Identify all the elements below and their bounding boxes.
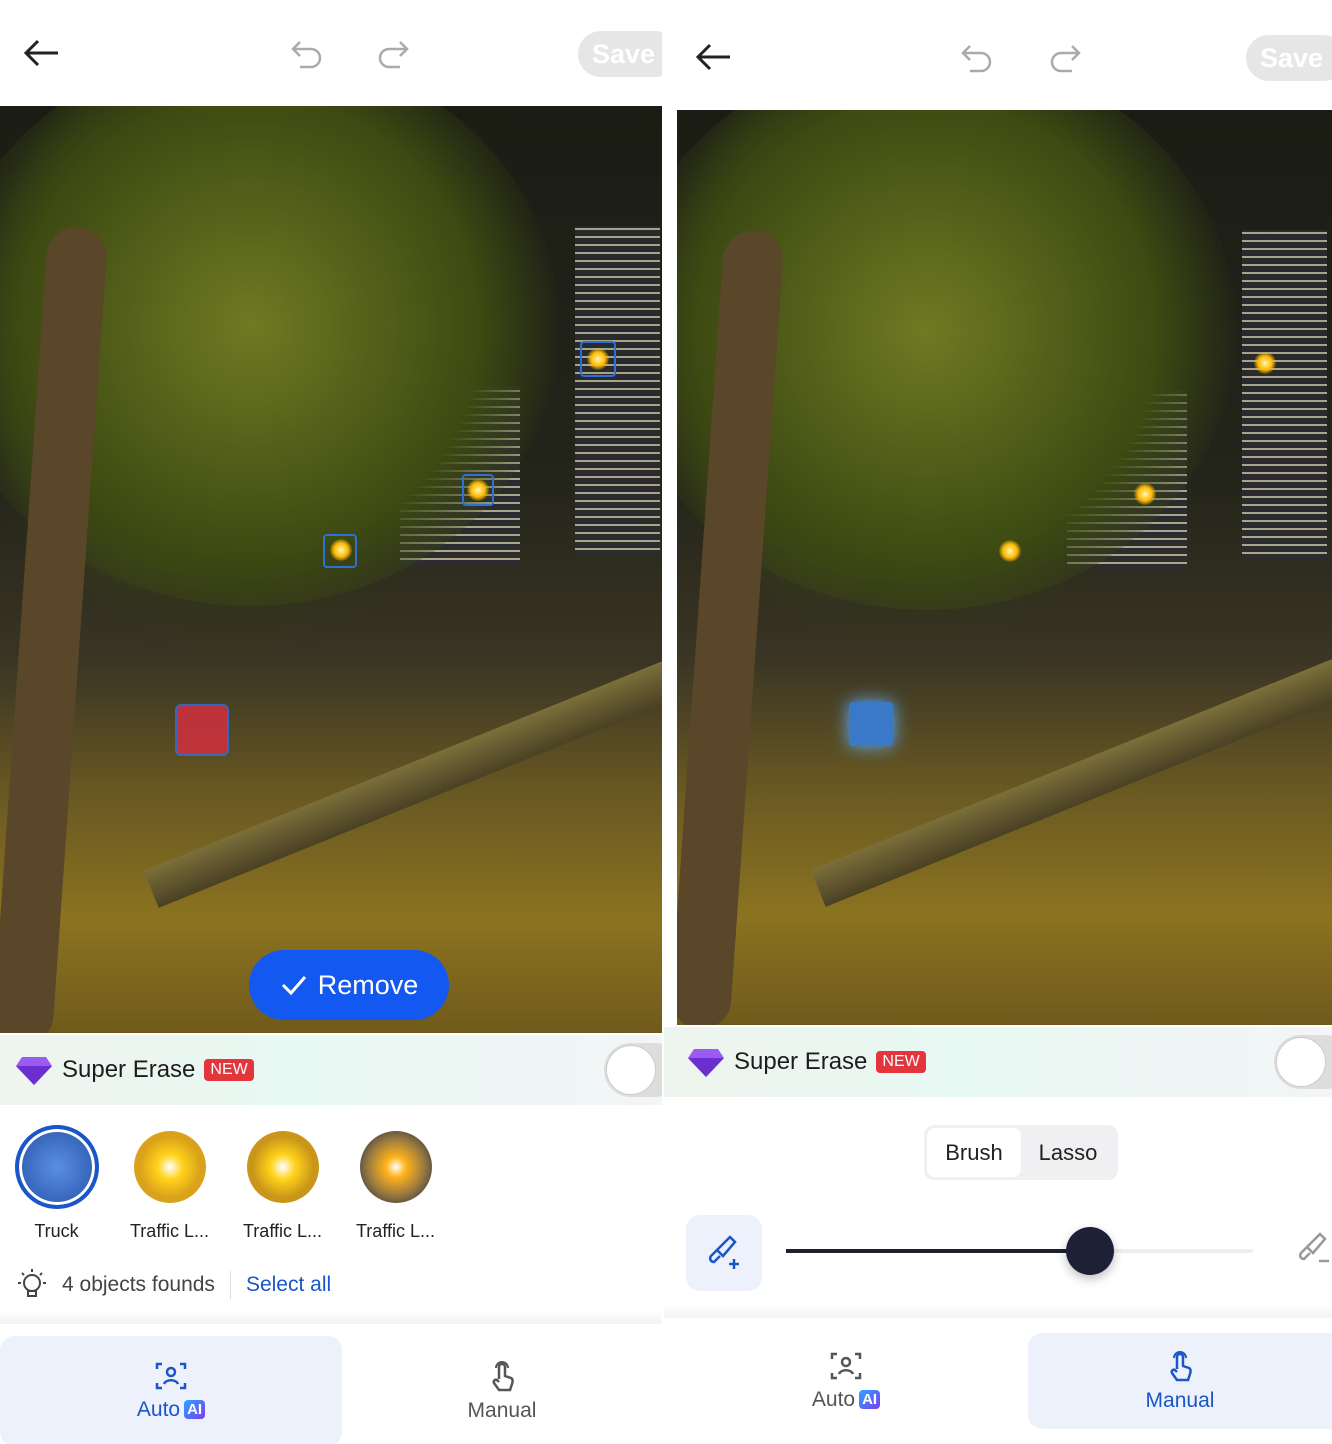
objects-found-count: 4 objects founds [62,1273,215,1296]
overpass [810,645,1332,907]
checkmark-icon [281,976,306,996]
face-scan-icon [155,1362,187,1390]
manual-mode-screen: Save Super Erase NEW Brush Lasso Auto AI … [664,0,1332,1444]
face-scan-icon [830,1352,862,1380]
tab-manual-label: Manual [467,1399,537,1422]
tab-manual-label: Manual [1145,1389,1215,1412]
selection-mode-switch: Brush Lasso [924,1125,1118,1180]
super-erase-toggle[interactable] [604,1043,662,1097]
slider-thumb[interactable] [1065,1227,1114,1275]
top-bar: Save [0,0,662,106]
super-erase-title: Super Erase [734,1048,868,1075]
street-lamp [999,540,1021,562]
brush-erase-icon[interactable] [1294,1230,1332,1270]
redo-icon[interactable] [1044,40,1084,74]
remove-label: Remove [317,969,419,1000]
objects-found-row: 4 objects founds Select all [14,1268,331,1302]
object-item-truck[interactable]: Truck [0,1125,113,1242]
back-arrow-icon[interactable] [22,36,62,70]
undo-icon[interactable] [958,40,998,74]
divider [0,1310,662,1324]
brush-size-slider[interactable] [786,1227,1253,1275]
top-bar: Save [664,4,1332,110]
brush-add-button[interactable] [686,1215,762,1291]
street-lamp [1134,483,1156,505]
tab-auto-label: Auto [811,1388,856,1411]
traffic-light-selection[interactable] [462,474,494,506]
lightbulb-icon [18,1269,46,1297]
object-thumbnail [246,1131,319,1203]
mode-lasso[interactable]: Lasso [1021,1128,1115,1177]
tap-hand-icon [492,1361,514,1392]
ai-badge: AI [859,1390,881,1409]
mode-brush[interactable]: Brush [927,1128,1021,1177]
object-label: Traffic L... [355,1221,436,1241]
divider [664,1304,1332,1318]
traffic-light-selection[interactable] [580,341,616,377]
select-all-link[interactable]: Select all [246,1273,331,1297]
diamond-icon [688,1049,724,1077]
slider-fill [786,1249,1090,1253]
street-lamp [1254,352,1276,374]
super-erase-bar: Super Erase NEW [0,1035,662,1105]
object-thumbnail [133,1131,206,1203]
new-badge: NEW [204,1059,254,1081]
object-item-traffic-light[interactable]: Traffic L... [339,1125,452,1242]
tab-auto-label: Auto [136,1398,181,1421]
object-item-traffic-light[interactable]: Traffic L... [226,1125,339,1242]
overpass [143,646,662,908]
redo-icon[interactable] [372,36,412,70]
super-erase-title: Super Erase [62,1056,196,1083]
photo-canvas[interactable] [677,110,1332,1025]
object-label: Truck [34,1221,79,1241]
super-erase-bar: Super Erase NEW [664,1027,1332,1097]
remove-button[interactable]: Remove [249,950,449,1020]
object-thumbnail [14,1125,99,1209]
tab-manual[interactable]: Manual [342,1336,662,1444]
save-button[interactable]: Save [1246,35,1332,81]
object-label: Traffic L... [129,1221,210,1241]
ai-badge: AI [184,1400,206,1419]
tab-auto[interactable]: Auto AI [0,1336,342,1444]
truck-selection-mask[interactable] [175,704,229,756]
tab-auto[interactable]: Auto AI [664,1333,1028,1429]
back-arrow-icon[interactable] [694,40,734,74]
truck [849,702,893,746]
new-badge: NEW [876,1051,926,1073]
building [1242,230,1327,560]
photo-canvas[interactable] [0,106,662,1033]
tap-hand-icon [1170,1351,1192,1382]
undo-icon[interactable] [288,36,328,70]
save-button[interactable]: Save [578,31,662,77]
mode-tabs: Auto AI Manual [664,1333,1332,1429]
divider [229,1271,231,1299]
auto-mode-screen: Save Remove Super Erase NEW Truck Traffi… [0,0,662,1444]
object-item-traffic-light[interactable]: Traffic L... [113,1125,226,1242]
traffic-light-selection[interactable] [323,534,357,568]
building [575,226,660,556]
object-label: Traffic L... [242,1221,323,1241]
mode-tabs: Auto AI Manual [0,1336,662,1444]
diamond-icon [16,1057,52,1085]
brush-plus-icon [708,1235,739,1269]
detected-objects-list: Truck Traffic L... Traffic L... Traffic … [0,1125,452,1242]
object-thumbnail [359,1131,432,1203]
tab-manual[interactable]: Manual [1028,1333,1332,1429]
super-erase-toggle[interactable] [1274,1035,1332,1089]
